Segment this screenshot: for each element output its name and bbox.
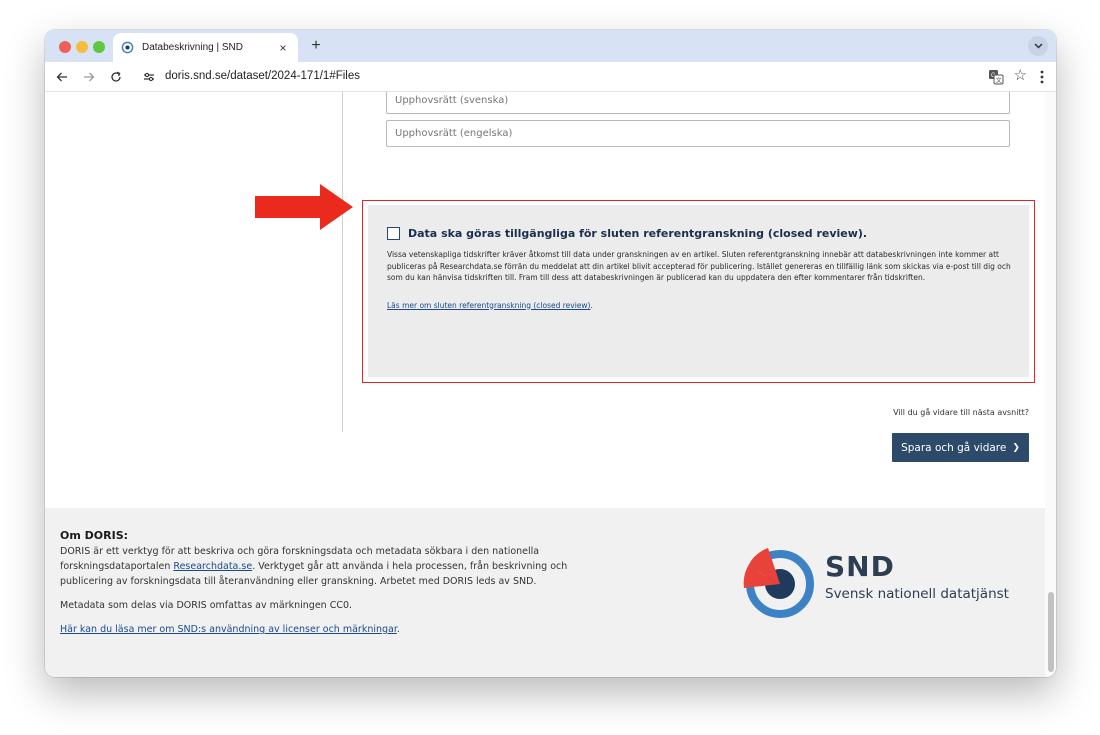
closed-review-checkbox[interactable] — [387, 227, 400, 240]
maximize-window-button[interactable] — [93, 41, 105, 53]
closed-review-panel: Data ska göras tillgängliga för sluten r… — [368, 205, 1029, 377]
column-divider — [342, 92, 343, 432]
closed-review-option[interactable]: Data ska göras tillgängliga för sluten r… — [387, 227, 1013, 240]
arrow-right-icon — [84, 72, 95, 82]
minimize-window-button[interactable] — [76, 41, 88, 53]
url-host: doris.snd.se — [165, 70, 228, 82]
back-button[interactable] — [53, 68, 71, 86]
licenses-link[interactable]: Här kan du läsa mer om SND:s användning … — [60, 624, 397, 635]
footer-paragraph-2: Metadata som delas via DORIS omfattas av… — [60, 600, 353, 611]
reload-button[interactable] — [107, 68, 125, 86]
copyright-en-input[interactable] — [386, 120, 1010, 147]
red-arrow-annotation-icon — [255, 184, 353, 230]
footer-paragraph-1: DORIS är ett verktyg för att beskriva oc… — [60, 544, 620, 589]
translate-icon[interactable]: G 文 — [988, 69, 1004, 85]
close-window-button[interactable] — [59, 41, 71, 53]
scrollbar-thumb[interactable] — [1048, 592, 1054, 672]
closed-review-read-more-link[interactable]: Läs mer om sluten referentgranskning (cl… — [387, 301, 590, 310]
footer-title: Om DORIS: — [60, 529, 129, 542]
tab-search-button[interactable] — [1028, 36, 1048, 56]
chevron-down-icon — [1033, 43, 1043, 49]
new-tab-button[interactable]: + — [307, 36, 325, 56]
save-button-label: Spara och gå vidare — [901, 441, 1007, 454]
save-and-continue-button[interactable]: Spara och gå vidare ❯ — [892, 433, 1029, 462]
chevron-right-icon: ❯ — [1012, 442, 1020, 453]
tab-close-icon[interactable]: × — [276, 41, 290, 55]
closed-review-description: Vissa vetenskapliga tidskrifter kräver å… — [387, 250, 1011, 282]
browser-menu-icon[interactable] — [1036, 68, 1048, 86]
footer-about: Om DORIS: DORIS är ett verktyg för att b… — [60, 528, 620, 646]
browser-tab[interactable]: Databeskrivning | SND × — [113, 33, 298, 62]
snd-logo-subtitle: Svensk nationell datatjänst — [825, 586, 1009, 602]
svg-text:文: 文 — [996, 76, 1002, 84]
tab-strip: Databeskrivning | SND × + — [45, 30, 1056, 62]
footer-p3-period: . — [396, 624, 400, 635]
snd-logo-word: SND — [825, 550, 895, 583]
forward-button[interactable] — [80, 68, 98, 86]
snd-logo-icon — [743, 548, 814, 618]
snd-favicon-icon — [121, 41, 134, 54]
reload-icon — [111, 71, 121, 82]
page-scrollbar[interactable] — [1045, 92, 1056, 677]
site-info-icon[interactable] — [141, 69, 157, 85]
link-period: . — [590, 300, 593, 310]
next-section-question: Vill du gå vidare till nästa avsnitt? — [893, 408, 1029, 417]
page-viewport: Data ska göras tillgängliga för sluten r… — [45, 92, 1056, 677]
address-bar[interactable]: doris.snd.se/dataset/2024-171/1#Files — [165, 70, 360, 82]
closed-review-label: Data ska göras tillgängliga för sluten r… — [408, 227, 868, 240]
closed-review-highlight: Data ska göras tillgängliga för sluten r… — [362, 200, 1035, 383]
page-footer: Om DORIS: DORIS är ett verktyg för att b… — [45, 508, 1045, 677]
url-path: /dataset/2024-171/1#Files — [227, 70, 360, 82]
bookmark-star-icon[interactable]: ☆ — [1014, 66, 1027, 84]
footer-paragraph-3: Här kan du läsa mer om SND:s användning … — [60, 622, 620, 637]
browser-toolbar: doris.snd.se/dataset/2024-171/1#Files G … — [45, 62, 1056, 92]
copyright-sv-input[interactable] — [386, 92, 1010, 114]
researchdata-link[interactable]: Researchdata.se — [173, 561, 252, 572]
arrow-left-icon — [56, 72, 67, 82]
browser-window: Databeskrivning | SND × + doris.snd.se/d… — [45, 30, 1056, 677]
tab-title: Databeskrivning | SND — [142, 42, 243, 53]
